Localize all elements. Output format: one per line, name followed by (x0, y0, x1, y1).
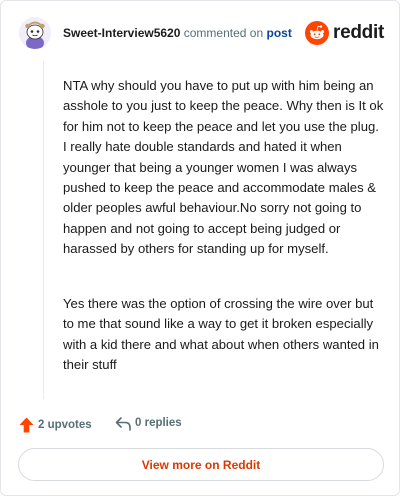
thread-line (43, 61, 44, 399)
replies-count: 0 replies (135, 417, 182, 429)
reddit-alien-icon (305, 21, 329, 45)
view-more-button[interactable]: View more on Reddit (18, 448, 384, 481)
username[interactable]: Sweet-Interview5620 (63, 26, 180, 40)
reddit-logo[interactable]: reddit (305, 20, 385, 46)
comment-paragraph: NTA why should you have to put up with h… (63, 78, 384, 257)
comment-footer: 2 upvotes 0 replies (19, 414, 219, 434)
post-link[interactable]: post (266, 26, 291, 40)
snoo-avatar-icon (19, 17, 51, 49)
reply-arrow-icon[interactable] (115, 417, 131, 431)
reddit-wordmark: reddit (333, 22, 384, 43)
comment-meta: Sweet-Interview5620 commented on post (63, 26, 292, 40)
comment-header: Sweet-Interview5620 commented on post re… (19, 15, 385, 51)
upvotes-count: 2 upvotes (38, 419, 92, 431)
comment-embed-card: Sweet-Interview5620 commented on post re… (0, 0, 400, 496)
comment-paragraph: Yes there was the option of crossing the… (63, 296, 379, 373)
upvote-arrow-icon[interactable] (19, 417, 34, 433)
action-text: commented on (183, 26, 264, 40)
avatar[interactable] (19, 17, 51, 49)
